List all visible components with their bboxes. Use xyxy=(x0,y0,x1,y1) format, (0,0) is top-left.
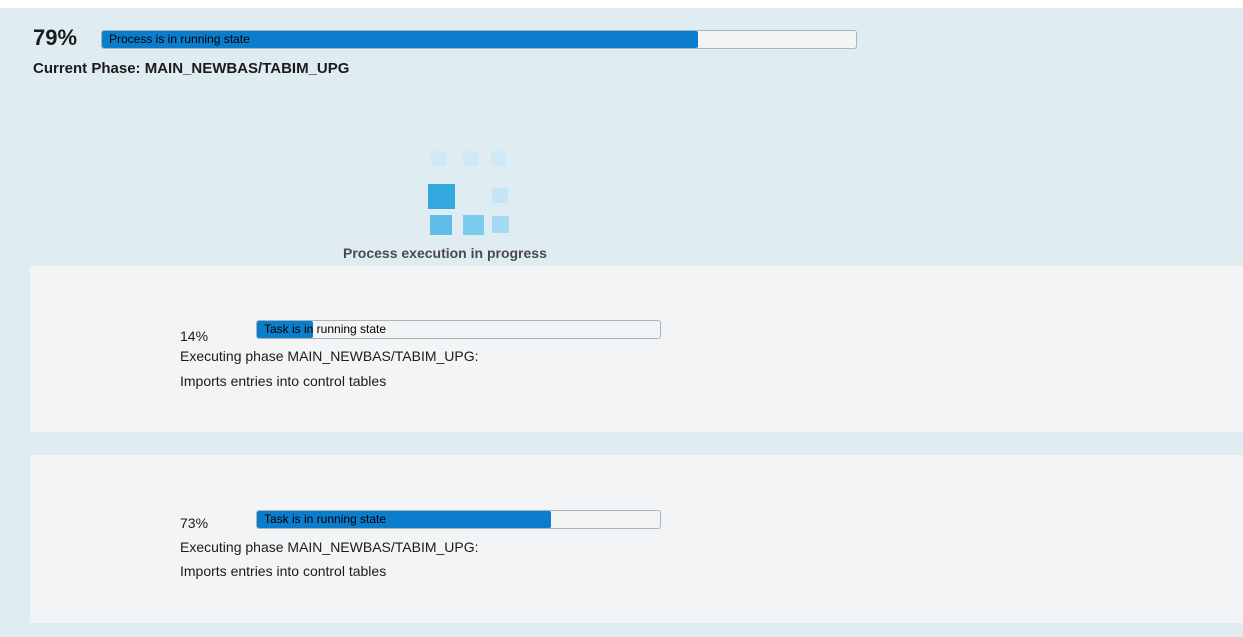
task-progress-status: Task is in running state xyxy=(264,512,387,526)
task-percent: 14% xyxy=(180,328,209,344)
task-panel: 73% Task is in running state Executing p… xyxy=(30,455,1243,623)
spinner-square xyxy=(463,151,478,166)
overall-progress-bar: Process is in running state xyxy=(101,30,857,49)
spinner-square xyxy=(492,216,509,233)
upgrade-progress-page: 79% Process is in running state Current … xyxy=(0,8,1243,637)
task-progress-bar: Task is in running state xyxy=(256,510,661,529)
spinner-square xyxy=(431,151,446,166)
task-phase-line: Executing phase MAIN_NEWBAS/TABIM_UPG: xyxy=(180,348,479,364)
current-phase-label: Current Phase: MAIN_NEWBAS/TABIM_UPG xyxy=(33,60,350,77)
overall-percent: 79% xyxy=(33,25,78,50)
spinner-square xyxy=(428,184,455,209)
loading-squares-icon xyxy=(428,151,512,235)
spinner-square xyxy=(463,215,484,235)
task-description-line: Imports entries into control tables xyxy=(180,563,387,579)
task-progress-status: Task is in running state xyxy=(264,322,387,336)
task-description-line: Imports entries into control tables xyxy=(180,373,387,389)
task-panel: 14% Task is in running state Executing p… xyxy=(30,266,1243,432)
task-percent: 73% xyxy=(180,515,209,531)
spinner-square xyxy=(430,215,452,235)
overall-progress-status: Process is in running state xyxy=(109,32,250,46)
task-progress-bar: Task is in running state xyxy=(256,320,661,339)
task-phase-line: Executing phase MAIN_NEWBAS/TABIM_UPG: xyxy=(180,539,479,555)
process-status-label: Process execution in progress xyxy=(343,245,547,261)
spinner-square xyxy=(491,151,506,166)
spinner-square xyxy=(492,188,508,203)
